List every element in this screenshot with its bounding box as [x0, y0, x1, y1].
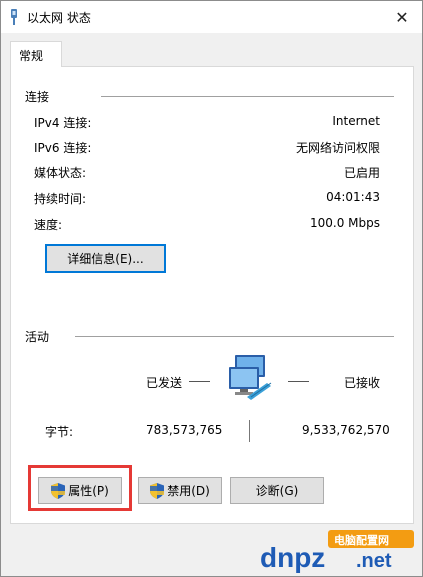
ipv4-label: IPv4 连接: — [34, 116, 92, 130]
details-button-label: 详细信息(E)... — [67, 252, 144, 266]
watermark-brand-tld: .net — [356, 550, 392, 572]
speed-value: 100.0 Mbps — [309, 216, 380, 230]
media-state-label: 媒体状态: — [34, 166, 87, 180]
uac-shield-icon — [150, 482, 165, 499]
bytes-sent-value: 783,573,765 — [146, 423, 223, 437]
network-activity-icon — [229, 355, 272, 400]
speed-label: 速度: — [34, 218, 63, 232]
received-label: 已接收 — [344, 376, 381, 390]
watermark-brand-top: 电脑配置网 — [334, 534, 389, 547]
window-title: 以太网 状态 — [27, 11, 91, 25]
sent-connector-line — [189, 381, 210, 382]
details-button[interactable]: 详细信息(E)... — [45, 244, 166, 273]
disable-button[interactable]: 禁用(D) — [138, 477, 222, 504]
duration-label: 持续时间: — [34, 192, 87, 206]
activity-divider — [75, 336, 394, 337]
bytes-received-value: 9,533,762,570 — [302, 423, 390, 437]
ethernet-status-window: 以太网 状态 ✕ 常规 连接 IPv4 连接: Internet IPv6 连接… — [0, 0, 423, 577]
tab-general-label: 常规 — [19, 49, 44, 63]
watermark-brand-main: dnpz — [260, 542, 326, 573]
network-adapter-icon — [11, 9, 17, 25]
disable-button-label: 禁用(D) — [167, 484, 210, 498]
ipv6-value: 无网络访问权限 — [295, 141, 380, 155]
bytes-label: 字节: — [45, 425, 74, 439]
connection-heading: 连接 — [25, 90, 50, 104]
ipv6-label: IPv6 连接: — [34, 141, 92, 155]
site-watermark: 电脑配置网 dnpz .net — [228, 526, 418, 574]
title-bar[interactable]: 以太网 状态 ✕ — [1, 1, 422, 33]
properties-button-label: 属性(P) — [68, 484, 109, 498]
activity-heading: 活动 — [25, 330, 50, 344]
tab-general[interactable]: 常规 — [10, 41, 62, 67]
bytes-divider — [249, 420, 250, 442]
sent-label: 已发送 — [146, 376, 183, 390]
connection-divider — [101, 96, 394, 97]
diagnose-button[interactable]: 诊断(G) — [230, 477, 324, 504]
duration-value: 04:01:43 — [326, 190, 380, 204]
diagnose-button-label: 诊断(G) — [255, 484, 299, 498]
received-connector-line — [288, 381, 309, 382]
close-icon: ✕ — [395, 7, 409, 27]
uac-shield-icon — [51, 482, 66, 499]
ipv4-value: Internet — [332, 114, 380, 128]
media-state-value: 已启用 — [343, 166, 380, 180]
close-button[interactable]: ✕ — [382, 1, 422, 33]
properties-button[interactable]: 属性(P) — [38, 477, 122, 504]
general-panel — [10, 66, 414, 524]
